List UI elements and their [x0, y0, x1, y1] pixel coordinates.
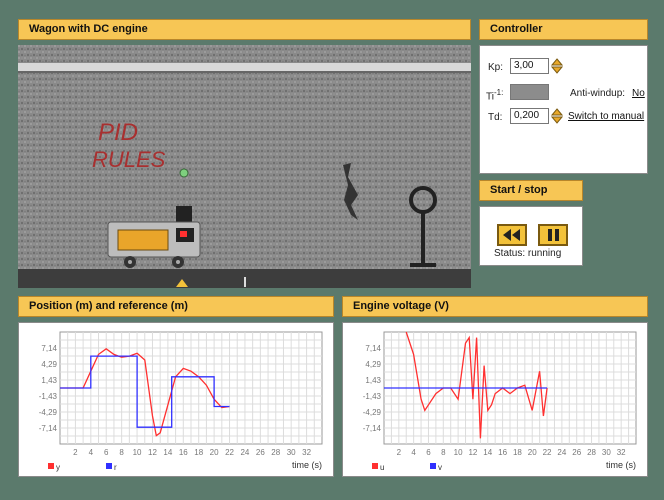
scene-panel-title: Wagon with DC engine — [18, 19, 471, 40]
x-tick-label: 2 — [73, 448, 78, 457]
legend-label-v: v — [438, 463, 442, 472]
x-axis-label: time (s) — [606, 460, 636, 470]
x-tick-label: 22 — [225, 448, 234, 457]
x-tick-label: 28 — [271, 448, 280, 457]
y-tick-label: 4,29 — [41, 360, 57, 369]
y-tick-label: -1,43 — [363, 392, 382, 401]
rewind-button[interactable] — [497, 224, 527, 246]
kp-input[interactable]: 3,00 — [510, 58, 549, 74]
position-marker — [244, 277, 246, 287]
ti-label: Ti-1: — [486, 88, 504, 103]
y-tick-label: -7,14 — [363, 424, 382, 433]
x-tick-label: 32 — [617, 448, 626, 457]
y-tick-label: -1,43 — [39, 392, 58, 401]
x-tick-label: 22 — [543, 448, 552, 457]
x-tick-label: 4 — [89, 448, 94, 457]
x-tick-label: 4 — [411, 448, 416, 457]
td-label: Td: — [488, 112, 503, 123]
x-tick-label: 14 — [163, 448, 172, 457]
voltage-chart-title: Engine voltage (V) — [342, 296, 648, 317]
x-tick-label: 16 — [179, 448, 188, 457]
voltage-chart: 7,14 4,29 1,43 -1,43 -4,29 -7,14 2 4 6 8 10 12 14 16 1… — [363, 331, 637, 472]
controller-panel-title: Controller — [479, 19, 648, 40]
x-tick-label: 32 — [302, 448, 311, 457]
x-tick-label: 8 — [119, 448, 124, 457]
position-chart: 7,144,291,43-1,43-4,29-7,142 4 6 8 10 12 14 16 1… — [39, 331, 323, 472]
y-tick-label: 1,43 — [365, 376, 381, 385]
y-tick-label: 1,43 — [41, 376, 57, 385]
y-tick-label: 7,14 — [365, 344, 381, 353]
x-tick-label: 6 — [104, 448, 109, 457]
x-axis-label: time (s) — [292, 460, 322, 470]
x-tick-label: 8 — [441, 448, 446, 457]
x-tick-label: 18 — [513, 448, 522, 457]
kp-label: Kp: — [488, 62, 504, 73]
pause-button[interactable] — [538, 224, 568, 246]
rewind-icon — [503, 229, 520, 241]
position-chart-title: Position (m) and reference (m) — [18, 296, 334, 317]
graffiti-rules: RULES — [92, 147, 166, 172]
y-tick-label: 4,29 — [365, 360, 381, 369]
x-tick-label: 26 — [572, 448, 581, 457]
pause-icon — [548, 229, 559, 241]
td-input[interactable]: 0,200 — [510, 108, 549, 124]
x-tick-label: 26 — [256, 448, 265, 457]
y-tick-label: -7,14 — [39, 424, 58, 433]
antiwindup-label: Anti-windup: — [570, 88, 626, 99]
engine-block — [176, 206, 192, 222]
wagon-scene: PID RULES — [18, 45, 471, 288]
graffiti-pid: PID — [98, 119, 138, 146]
legend-swatch-r — [106, 463, 112, 469]
td-spinner-icon[interactable] — [551, 108, 563, 124]
ti-input[interactable]: 0 — [510, 84, 549, 100]
legend-label-u: u — [380, 463, 384, 472]
legend-swatch-v — [430, 463, 436, 469]
y-tick-label: -4,29 — [363, 408, 382, 417]
legend-label-r: r — [114, 463, 117, 472]
switch-to-manual-link[interactable]: Switch to manual — [568, 111, 644, 122]
x-tick-label: 12 — [148, 448, 157, 457]
x-tick-label: 12 — [468, 448, 477, 457]
startstop-panel-title: Start / stop — [479, 180, 583, 201]
x-tick-label: 10 — [454, 448, 463, 457]
x-tick-label: 28 — [587, 448, 596, 457]
legend-label-y: y — [56, 463, 60, 472]
x-tick-label: 24 — [557, 448, 566, 457]
x-tick-label: 20 — [210, 448, 219, 457]
x-tick-label: 16 — [498, 448, 507, 457]
status-text: Status: running — [494, 248, 562, 259]
kp-spinner-icon[interactable] — [551, 58, 563, 74]
legend-swatch-y — [48, 463, 54, 469]
x-tick-label: 30 — [602, 448, 611, 457]
x-tick-label: 14 — [483, 448, 492, 457]
antiwindup-toggle[interactable]: No — [632, 88, 645, 99]
x-tick-label: 2 — [397, 448, 402, 457]
x-tick-label: 10 — [133, 448, 142, 457]
y-tick-label: 7,14 — [41, 344, 57, 353]
controller-panel — [479, 45, 648, 174]
green-ball — [179, 168, 189, 178]
x-tick-label: 30 — [287, 448, 296, 457]
x-tick-label: 6 — [426, 448, 431, 457]
x-tick-label: 18 — [194, 448, 203, 457]
x-tick-label: 20 — [528, 448, 537, 457]
y-tick-label: -4,29 — [39, 408, 58, 417]
legend-swatch-u — [372, 463, 378, 469]
x-tick-label: 24 — [240, 448, 249, 457]
